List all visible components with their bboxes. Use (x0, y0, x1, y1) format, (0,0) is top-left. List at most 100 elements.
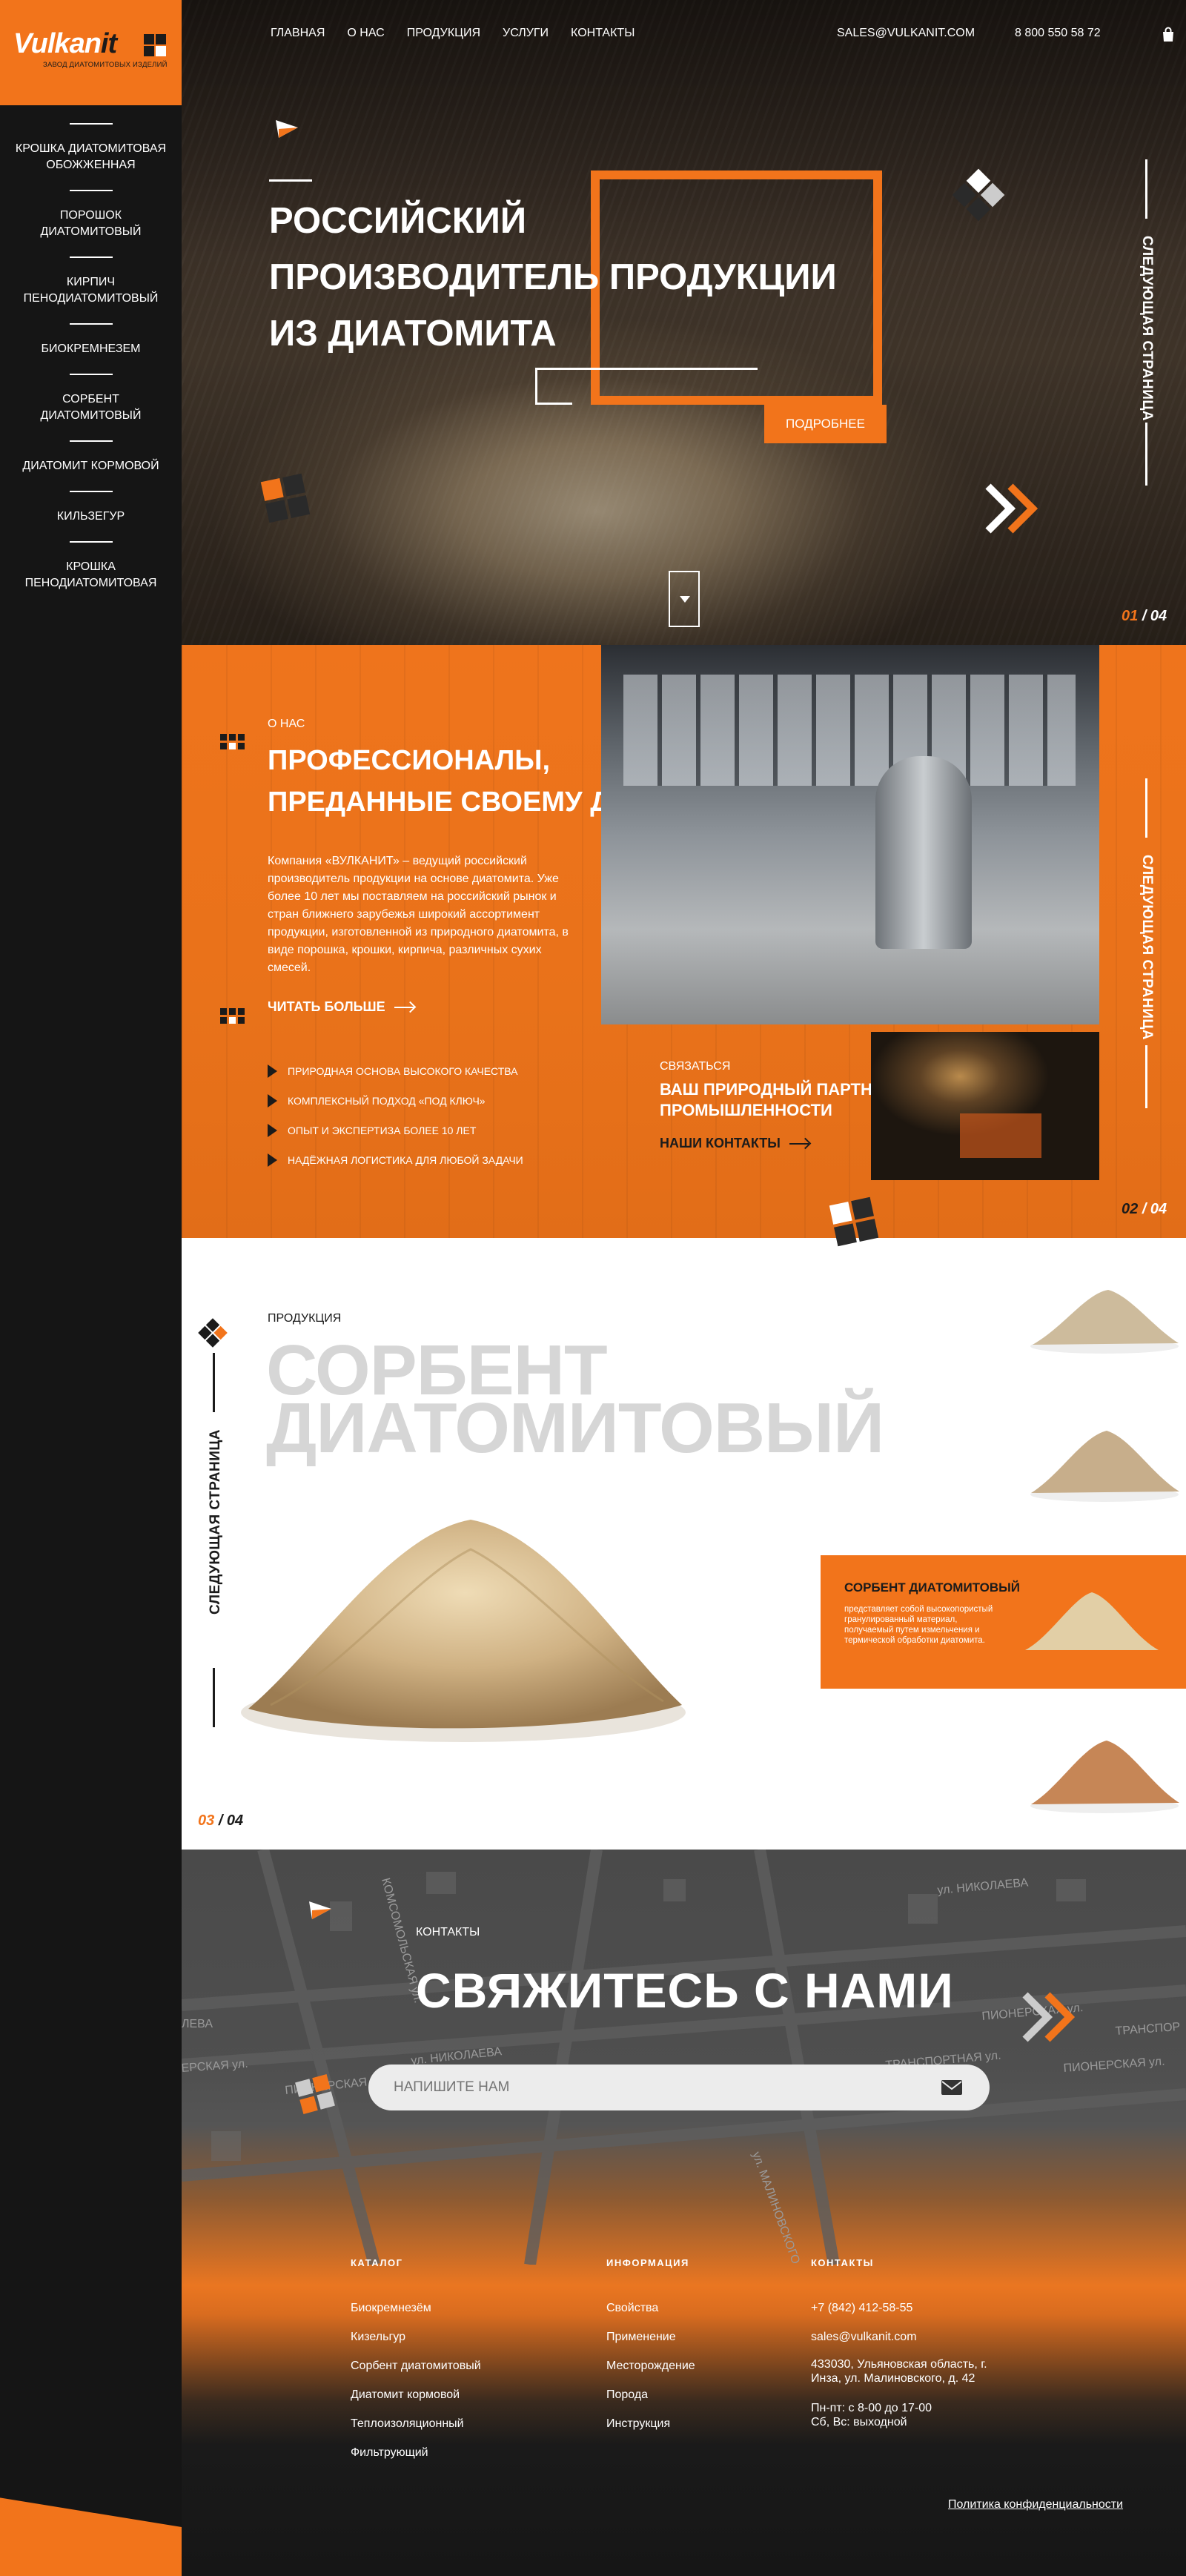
sidebar-item-sorbent[interactable]: СОРБЕНТ ДИАТОМИТОВЫЙ (0, 391, 182, 424)
footer-link[interactable]: Месторождение (606, 2351, 695, 2380)
slide-total: / 04 (1142, 608, 1167, 624)
contact-kicker: СВЯЗАТЬСЯ (660, 1060, 731, 1073)
fact-label: ОПЫТ И ЭКСПЕРТИЗА БОЛЕЕ 10 ЛЕТ (288, 1125, 477, 1136)
contact-kicker: КОНТАКТЫ (416, 1926, 480, 1938)
about-section: О НАС ПРОФЕССИОНАЛЫ, ПРЕДАННЫЕ СВОЕМУ ДЕ… (182, 645, 1186, 1238)
footer-link[interactable]: Теплоизоляционный (351, 2409, 481, 2438)
logo[interactable]: Vulkanit ЗАВОД ДИАТОМИТОВЫХ ИЗДЕЛИЙ (0, 0, 182, 105)
map-label: ул. МАЛИНОВСКОГО (749, 2150, 802, 2265)
fact-label: КОМПЛЕКСНЫЙ ПОДХОД «ПОД КЛЮЧ» (288, 1095, 486, 1107)
squares-cluster-icon (952, 168, 1005, 222)
footer-contacts: КОНТАКТЫ +7 (842) 412-58-55 sales@vulkan… (811, 2257, 987, 2445)
sidebar: Vulkanit ЗАВОД ДИАТОМИТОВЫХ ИЗДЕЛИЙ КРОШ… (0, 0, 182, 2576)
products-section: ПРОДУКЦИЯ СОРБЕНТ ДИАТОМИТОВЫЙ СЛЕДУЮЩАЯ… (182, 1238, 1186, 1850)
slide-current: 01 (1122, 608, 1139, 624)
next-page-link[interactable]: СЛЕДУЮЩАЯ СТРАНИЦА (208, 1429, 224, 1615)
chevron-right-double-icon[interactable] (1019, 1990, 1080, 2044)
facts-list: ПРИРОДНАЯ ОСНОВА ВЫСОКОГО КАЧЕСТВА КОМПЛ… (268, 1056, 523, 1175)
slide-counter: 03 / 04 (198, 1812, 243, 1830)
sidebar-item-kirpich[interactable]: КИРПИЧ ПЕНОДИАТОМИТОВЫЙ (0, 274, 182, 307)
sidebar-item-kilzegur[interactable]: КИЛЬЗЕГУР (0, 509, 182, 525)
footer-link[interactable]: Диатомит кормовой (351, 2380, 481, 2409)
map-label: ул. НИКОЛАЕВА (937, 1876, 1029, 1897)
nav-products[interactable]: ПРОДУКЦИЯ (407, 27, 480, 40)
contact-section: КОМСОМОЛЬСКАЯ ул. ул. НИКОЛАЕВА ПИОНЕРСК… (182, 1850, 1186, 2576)
next-line-top (1145, 159, 1147, 219)
triangle-bullet-icon (268, 1153, 277, 1167)
header-email-link[interactable]: SALES@VULKANIT.COM (837, 27, 975, 40)
triangle-bullet-icon (268, 1124, 277, 1137)
hero-section: ГЛАВНАЯ О НАС ПРОДУКЦИЯ УСЛУГИ КОНТАКТЫ … (182, 0, 1186, 645)
logo-squares-icon (144, 34, 166, 56)
sidebar-item-biokremnezem[interactable]: БИОКРЕМНЕЗЕМ (0, 341, 182, 357)
top-navigation: ГЛАВНАЯ О НАС ПРОДУКЦИЯ УСЛУГИ КОНТАКТЫ (271, 27, 635, 40)
triangle-bullet-icon (268, 1094, 277, 1107)
mail-icon[interactable] (941, 2079, 963, 2096)
nav-home[interactable]: ГЛАВНАЯ (271, 27, 325, 40)
more-button[interactable]: ПОДРОБНЕЕ (764, 405, 887, 443)
map-label: ТРАНСПОР (1115, 2021, 1181, 2038)
scroll-down-button[interactable] (669, 571, 700, 627)
divider (69, 190, 113, 191)
list-item: ОПЫТ И ЭКСПЕРТИЗА БОЛЕЕ 10 ЛЕТ (268, 1116, 523, 1145)
workshop-photo (871, 1032, 1099, 1180)
products-kicker: ПРОДУКЦИЯ (268, 1312, 342, 1325)
nav-contacts[interactable]: КОНТАКТЫ (571, 27, 635, 40)
footer-phone[interactable]: +7 (842) 412-58-55 (811, 2294, 987, 2322)
sidebar-item-kroshka-penodiatomitovaya[interactable]: КРОШКА ПЕНОДИАТОМИТОВАЯ (0, 559, 182, 592)
privacy-policy-link[interactable]: Политика конфиденциальности (948, 2498, 1123, 2512)
footer-hours: Пн-пт: с 8-00 до 17-00 Сб, Вс: выходной (811, 2402, 932, 2428)
sidebar-item-diatomit-kormovoy[interactable]: ДИАТОМИТ КОРМОВОЙ (0, 458, 182, 474)
footer-info-title: ИНФОРМАЦИЯ (606, 2257, 689, 2268)
logo-wordmark: Vulkanit (13, 28, 117, 60)
product-thumb-powder-orange (1030, 1741, 1179, 1813)
footer-link[interactable]: Применение (606, 2322, 695, 2351)
sidebar-item-poroshok[interactable]: ПОРОШОК ДИАТОМИТОВЫЙ (0, 208, 182, 240)
sidebar-item-kroshka-obozhzhennaya[interactable]: КРОШКА ДИАТОМИТОВАЯ ОБОЖЖЕННАЯ (0, 141, 182, 173)
about-text: Компания «ВУЛКАНИТ» – ведущий российский… (268, 855, 569, 974)
next-page-link[interactable]: СЛЕДУЮЩАЯ СТРАНИЦА (1139, 855, 1155, 1040)
footer-catalog-title: КАТАЛОГ (351, 2257, 403, 2268)
next-line-top (1145, 778, 1147, 838)
squares-cluster-icon (260, 473, 311, 523)
play-arrow-icon (276, 120, 298, 138)
product-thumb-powder-light (1030, 1290, 1179, 1354)
footer-link[interactable]: Свойства (606, 2294, 695, 2322)
header-phone-link[interactable]: 8 800 550 58 72 (1015, 27, 1101, 40)
product-card-title: СОРБЕНТ ДИАТОМИТОВЫЙ (844, 1580, 1021, 1595)
footer-link[interactable]: Биокремнезём (351, 2294, 481, 2322)
chevron-right-double-icon[interactable] (982, 482, 1043, 535)
nav-services[interactable]: УСЛУГИ (503, 27, 549, 40)
slide-counter: 02 / 04 (1122, 1201, 1167, 1218)
our-contacts-link[interactable]: НАШИ КОНТАКТЫ (660, 1136, 809, 1151)
read-more-link[interactable]: ЧИТАТЬ БОЛЬШЕ (268, 999, 414, 1015)
next-page-link[interactable]: СЛЕДУЮЩАЯ СТРАНИЦА (1139, 236, 1155, 421)
footer-link[interactable]: Фильтрующий (351, 2438, 481, 2467)
factory-hall-photo (601, 645, 1099, 1024)
next-line-bottom (1145, 1045, 1147, 1108)
slide-total: / 04 (1142, 1201, 1167, 1217)
hero-white-line (535, 368, 758, 370)
footer-email[interactable]: sales@vulkanit.com (811, 2322, 987, 2351)
contact-title: СВЯЖИТЕСЬ С НАМИ (416, 1963, 954, 2018)
slide-current: 02 (1122, 1201, 1139, 1217)
read-more-label: ЧИТАТЬ БОЛЬШЕ (268, 999, 385, 1014)
sidebar-menu: КРОШКА ДИАТОМИТОВАЯ ОБОЖЖЕННАЯ ПОРОШОК Д… (0, 119, 182, 592)
shopping-bag-icon[interactable] (1160, 27, 1176, 43)
nav-about[interactable]: О НАС (347, 27, 384, 40)
arrow-right-icon (789, 1142, 809, 1145)
divider (69, 123, 113, 125)
slide-counter: 01 / 04 (1122, 608, 1167, 625)
product-card-sorbent[interactable]: СОРБЕНТ ДИАТОМИТОВЫЙ представляет собой … (821, 1555, 1186, 1689)
our-contacts-label: НАШИ КОНТАКТЫ (660, 1136, 781, 1150)
footer-link[interactable]: Сорбент диатомитовый (351, 2351, 481, 2380)
footer-link[interactable]: Инструкция (606, 2409, 695, 2438)
footer-info: ИНФОРМАЦИЯ Свойства Применение Месторожд… (606, 2257, 695, 2438)
list-item: НАДЁЖНАЯ ЛОГИСТИКА ДЛЯ ЛЮБОЙ ЗАДАЧИ (268, 1145, 523, 1175)
footer-address: 433030, Ульяновская область, г. Инза, ул… (811, 2358, 987, 2385)
message-input[interactable] (368, 2065, 990, 2110)
footer-link[interactable]: Порода (606, 2380, 695, 2409)
footer-catalog: КАТАЛОГ Биокремнезём Кизельгур Сорбент д… (351, 2257, 481, 2467)
footer-link[interactable]: Кизельгур (351, 2322, 481, 2351)
fact-label: ПРИРОДНАЯ ОСНОВА ВЫСОКОГО КАЧЕСТВА (288, 1065, 518, 1077)
